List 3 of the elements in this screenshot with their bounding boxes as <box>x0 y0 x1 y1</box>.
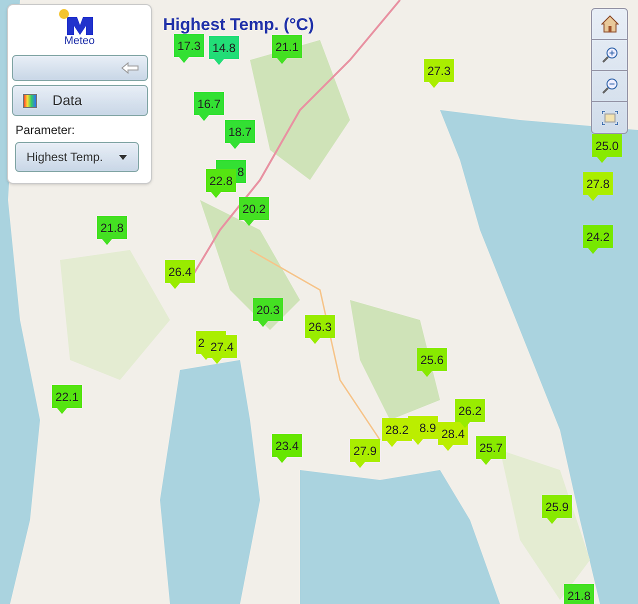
logo-text: Meteo <box>64 35 95 48</box>
map-title: Highest Temp. (°C) <box>163 14 314 36</box>
parameter-label: Parameter: <box>14 122 75 139</box>
